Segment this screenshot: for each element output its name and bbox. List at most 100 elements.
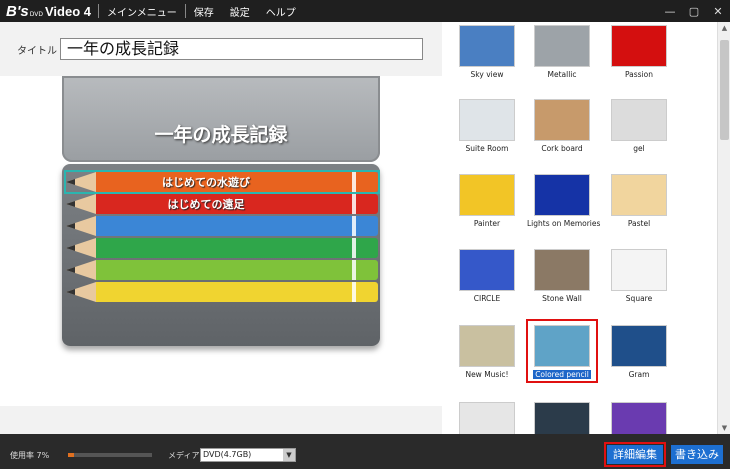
theme-thumbnail	[534, 99, 590, 141]
pencil-tin-preview: 一年の成長記録 はじめての水遊び はじめての遠足	[62, 76, 380, 346]
theme-thumbnail	[459, 99, 515, 141]
pencil-shaft	[96, 260, 378, 280]
media-value: DVD(4.7GB)	[203, 450, 252, 459]
write-button[interactable]: 書き込み	[671, 445, 723, 464]
theme-thumbnail	[611, 325, 667, 367]
chapter-label[interactable]: はじめての遠足	[96, 196, 316, 212]
title-input[interactable]: 一年の成長記録	[60, 38, 423, 60]
theme-caption: New Music!	[465, 370, 509, 379]
theme-suite-room[interactable]: Suite Room	[452, 99, 522, 153]
pencil-6	[66, 282, 378, 302]
theme-caption: Stone Wall	[542, 294, 582, 303]
theme-gel[interactable]: gel	[604, 99, 674, 153]
theme-caption: Square	[625, 294, 653, 303]
usage-label: 使用率 7%	[10, 451, 50, 460]
theme-caption: Pastel	[627, 219, 651, 228]
theme-thumbnail	[459, 402, 515, 434]
theme-thumbnail	[459, 249, 515, 291]
media-label: メディア	[168, 451, 200, 460]
scroll-down-icon[interactable]: ▼	[720, 424, 729, 432]
theme-square[interactable]: Square	[604, 249, 674, 303]
menu-preview-panel: タイトル 一年の成長記録 一年の成長記録 はじめての水遊び はじめての遠足	[0, 22, 442, 434]
theme-new-music-[interactable]: New Music!	[452, 325, 522, 379]
pencil-stripe	[352, 282, 356, 302]
maximize-icon[interactable]: ▢	[682, 5, 706, 18]
menu-main-menu[interactable]: メインメニュー	[99, 4, 185, 19]
minimize-icon[interactable]: —	[658, 5, 682, 18]
preview-heading[interactable]: 一年の成長記録	[62, 120, 380, 147]
chevron-down-icon[interactable]: ▼	[283, 449, 295, 461]
pencil-lead	[66, 267, 75, 273]
theme-painter[interactable]: Painter	[452, 174, 522, 228]
theme-caption: Suite Room	[465, 144, 509, 153]
theme-stone-wall[interactable]: Stone Wall	[527, 249, 597, 303]
theme-thumbnail	[611, 249, 667, 291]
scroll-up-icon[interactable]: ▲	[720, 24, 729, 32]
pencil-stripe	[352, 260, 356, 280]
top-bar: B's DVD Video 4 メインメニュー 保存 設定 ヘルプ — ▢ ✕	[0, 0, 730, 22]
theme-thumbnail	[534, 402, 590, 434]
theme-cork-board[interactable]: Cork board	[527, 99, 597, 153]
pencil-stripe	[352, 238, 356, 258]
usage-fill	[68, 453, 74, 457]
pencil-2[interactable]: はじめての遠足	[66, 194, 378, 214]
close-icon[interactable]: ✕	[706, 5, 730, 18]
theme-caption: Sky view	[470, 70, 504, 79]
theme-thumbnail	[611, 99, 667, 141]
theme-caption: Metallic	[547, 70, 577, 79]
pencil-shaft	[96, 238, 378, 258]
pencil-lead	[66, 179, 75, 185]
theme-caption: CIRCLE	[473, 294, 501, 303]
theme-unnamed-17[interactable]	[604, 402, 674, 434]
logo-video: Video 4	[45, 3, 92, 19]
theme-lights-on-memories[interactable]: Lights on Memories	[527, 174, 600, 228]
chapter-label[interactable]: はじめての水遊び	[96, 174, 316, 190]
pencil-lead	[66, 245, 75, 251]
pencil-shaft	[96, 282, 378, 302]
theme-unnamed-16[interactable]	[527, 402, 597, 434]
detail-edit-button[interactable]: 詳細編集	[604, 442, 666, 467]
theme-thumbnail	[611, 174, 667, 216]
theme-passion[interactable]: Passion	[604, 25, 674, 79]
theme-caption: Cork board	[541, 144, 583, 153]
theme-thumbnail	[534, 25, 590, 67]
pencil-4	[66, 238, 378, 258]
theme-scrollbar[interactable]: ▲ ▼	[717, 22, 730, 434]
theme-metallic[interactable]: Metallic	[527, 25, 597, 79]
theme-pastel[interactable]: Pastel	[604, 174, 674, 228]
pencil-stripe	[352, 194, 356, 214]
scroll-thumb[interactable]	[720, 40, 729, 140]
app-logo: B's DVD Video 4	[0, 3, 98, 20]
theme-gram[interactable]: Gram	[604, 325, 674, 379]
pencil-5	[66, 260, 378, 280]
theme-caption: gel	[633, 144, 645, 153]
pencil-lead	[66, 223, 75, 229]
pencil-lead	[66, 289, 75, 295]
pencil-shaft	[96, 216, 378, 236]
usage-bar	[68, 453, 152, 457]
tin-lid	[62, 76, 380, 162]
theme-sky-view[interactable]: Sky view	[452, 25, 522, 79]
theme-caption: Gram	[628, 370, 650, 379]
theme-colored-pencil[interactable]: Colored pencil	[526, 319, 598, 383]
theme-caption: Painter	[473, 219, 501, 228]
media-select[interactable]: DVD(4.7GB) ▼	[200, 448, 296, 462]
menu-save[interactable]: 保存	[186, 4, 222, 19]
theme-thumbnail	[534, 174, 590, 216]
title-row: タイトル 一年の成長記録	[0, 22, 442, 76]
menu-help[interactable]: ヘルプ	[258, 4, 304, 19]
bottom-bar: 使用率 7% メディア DVD(4.7GB) ▼ 詳細編集 書き込み	[0, 434, 730, 469]
preview-footer	[0, 406, 442, 434]
theme-unnamed-15[interactable]	[452, 402, 522, 434]
theme-circle[interactable]: CIRCLE	[452, 249, 522, 303]
logo-dvd: DVD	[29, 10, 43, 18]
pencil-stripe	[352, 172, 356, 192]
logo-mark: B's	[6, 2, 29, 20]
title-label: タイトル	[17, 46, 57, 57]
theme-caption: Passion	[624, 70, 654, 79]
theme-thumbnail	[459, 25, 515, 67]
pencil-1[interactable]: はじめての水遊び	[64, 170, 380, 194]
theme-thumbnail	[534, 249, 590, 291]
theme-grid: Sky view Metallic Passion Suite Room Cork bo…	[442, 22, 717, 434]
menu-settings[interactable]: 設定	[222, 4, 258, 19]
